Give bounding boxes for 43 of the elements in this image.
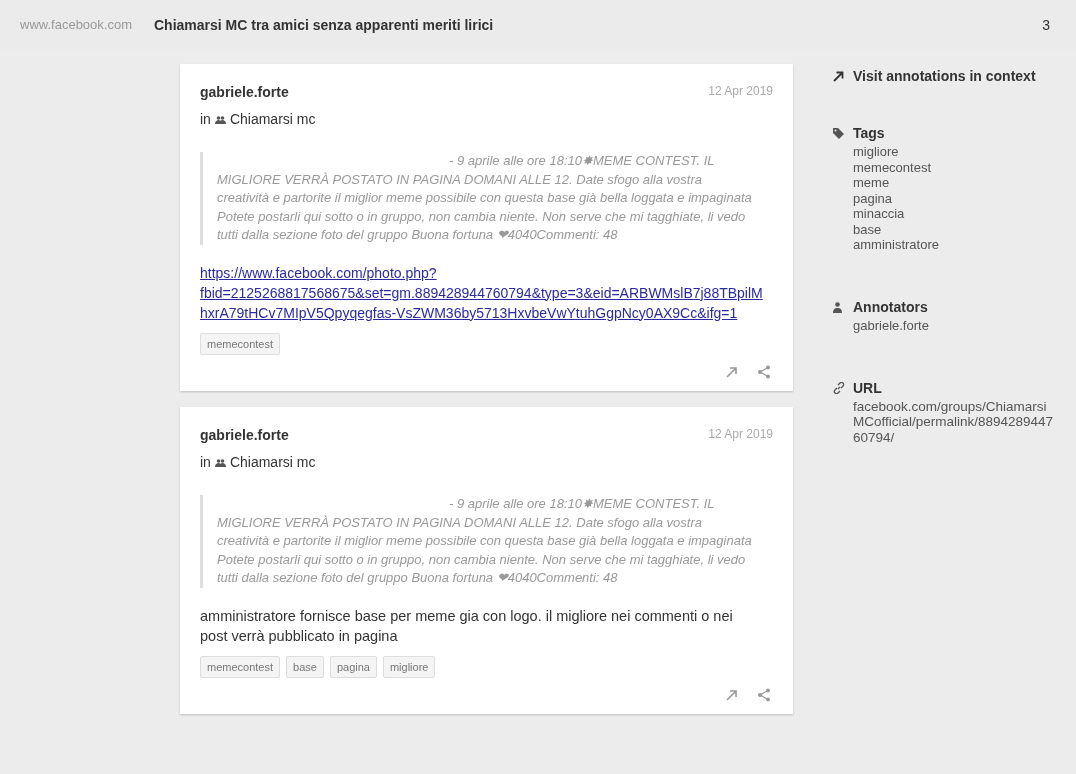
tag-item[interactable]: meme [853,175,1055,191]
annotation-date: 12 Apr 2019 [708,426,773,443]
url-text[interactable]: facebook.com/groups/ChiamarsiMCofficial/permalink/889428944760794/ [833,398,1055,445]
open-in-context-button[interactable] [725,688,739,702]
annotation-link[interactable]: https://www.facebook.com/photo.php?fbid=2125268817568675&set=gm.889428944760794&type=3&eid=ARBWMslB7j88TBpilMhxrA79tHCv7MIpV5Qpyqegfas-VsZWM36by5713HxvbeVwYtuhGgpNcy0AX9Cc&ifg=1 [200,262,773,323]
link-icon [833,382,845,394]
quote-text: - 9 aprile alle ore 18:10✸MEME CONTEST. IL MIGLIORE VERRÀ POSTATO IN PAGINA DOMANI ALLE 12. Date sfogo alla vostra creatività e partorite il miglior meme possibile con questa base già bella loggata e impaginata Potete postarli qui sotto o in gruppo, non cambia niente. Non serve che mi tagghiate, li vedo tutti dalla sezione foto del gruppo Buona fortuna ❤4040Commenti: 48 [217,152,753,244]
annotation-date: 12 Apr 2019 [708,83,773,100]
tag-chip[interactable]: memecontest [200,332,281,355]
page-title: Chiamarsi MC tra amici senza apparenti meriti lirici [154,15,495,35]
username[interactable]: gabriele.forte [200,82,289,103]
section-heading: Annotators [853,297,928,317]
annotator-name[interactable]: gabriele.forte [853,317,1055,334]
visit-context-link[interactable]: Visit annotations in context [853,66,1036,87]
tag-item[interactable]: pagina [853,190,1055,206]
tag-item[interactable]: base [853,221,1055,237]
tag-chip[interactable]: pagina [329,655,377,678]
share-button[interactable] [757,365,771,379]
tag-item[interactable]: migliore [853,144,1055,160]
tag-item[interactable]: amministratore [853,237,1055,253]
group-name[interactable]: Chiamarsi mc [229,109,316,130]
group-icon [214,458,226,467]
tag-chip[interactable]: base [286,655,324,678]
group-prefix: in [200,110,211,129]
person-icon [833,301,845,313]
tag-item[interactable]: minaccia [853,206,1055,222]
section-heading: Tags [853,124,885,143]
annotation-text: amministratore fornisce base per meme gia con logo. il migliore nei commenti o nei post verrà pubblicato in pagina [200,606,734,646]
share-button[interactable] [757,688,771,702]
open-in-context-button[interactable] [725,365,739,379]
tag-chip[interactable]: migliore [382,655,436,678]
quote-text: - 9 aprile alle ore 18:10✸MEME CONTEST. IL MIGLIORE VERRÀ POSTATO IN PAGINA DOMANI ALLE 12. Date sfogo alla vostra creatività e partorite il miglior meme possibile con questa base già bella loggata e impaginata Potete postarli qui sotto o in gruppo, non cambia niente. Non serve che mi tagghiate, li vedo tutti dalla sezione foto del gruppo Buona fortuna ❤4040Commenti: 48 [217,495,753,587]
group-prefix: in [200,453,211,472]
annotation-count: 3 [1042,15,1050,35]
group-name[interactable]: Chiamarsi mc [229,452,316,473]
arrow-icon [833,71,845,82]
domain-text: www.facebook.com [20,16,132,35]
tag-item[interactable]: memecontest [853,159,1055,175]
username[interactable]: gabriele.forte [200,425,289,446]
tag-chip[interactable]: memecontest [200,655,281,678]
tag-icon [833,128,845,139]
group-icon [214,115,226,124]
section-heading: URL [853,378,882,398]
